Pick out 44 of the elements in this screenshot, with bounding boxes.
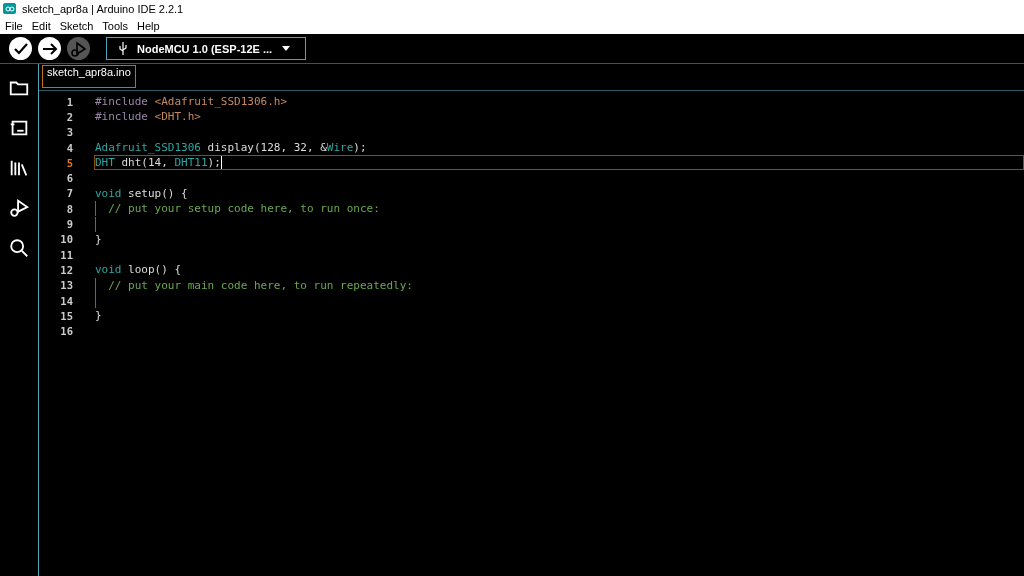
- line-number: 14: [59, 294, 73, 307]
- line-number: 6: [65, 172, 73, 185]
- code-token: DHT: [95, 156, 115, 170]
- code-token: loop() {: [127, 263, 182, 277]
- code-token: display(128, 32, &: [206, 141, 327, 155]
- menu-item[interactable]: Tools: [102, 19, 129, 32]
- line-number: 2: [65, 110, 73, 123]
- code-token: <DHT.h>: [153, 110, 201, 124]
- code-token: Adafruit_SSD1306: [95, 141, 201, 155]
- code-token: );: [207, 156, 221, 170]
- line-number: 9: [65, 218, 73, 230]
- code-token: Wire: [326, 141, 354, 155]
- code-token: DHT11: [174, 156, 208, 170]
- line-number: 8: [65, 202, 73, 215]
- menu-item[interactable]: Help: [137, 19, 160, 32]
- line-number: 15: [59, 309, 73, 322]
- code-token: void: [95, 186, 122, 200]
- code-token: // put your main code here, to run repeatedly:: [107, 278, 413, 292]
- code-token: dht(14,: [120, 156, 169, 170]
- code-token: // put your setup code here, to run once:: [107, 202, 380, 216]
- line-number: 10: [59, 233, 73, 246]
- code-token: setup() {: [127, 186, 188, 200]
- window-title: sketch_apr8a | Arduino IDE 2.2.1: [22, 2, 184, 15]
- code-token: <Adafruit_SSD1306.h>: [153, 95, 288, 109]
- menu-item[interactable]: Sketch: [59, 19, 94, 32]
- line-number: 3: [65, 126, 73, 139]
- line-number: 7: [65, 187, 73, 200]
- code-token: #include: [95, 95, 148, 109]
- line-number: 11: [59, 248, 73, 261]
- code-token: #include: [95, 110, 148, 124]
- code-token: }: [95, 232, 102, 246]
- code-token: }: [95, 309, 102, 323]
- code-token: void: [95, 263, 122, 277]
- line-number: 16: [59, 325, 73, 338]
- board-selector[interactable]: NodeMCU 1.0 (ESP-12E ...: [106, 37, 306, 60]
- line-number: 4: [65, 141, 73, 154]
- line-number: 13: [59, 279, 73, 292]
- line-number: 1: [65, 95, 73, 108]
- line-number: 5: [65, 156, 73, 169]
- code-token: );: [353, 141, 367, 155]
- menu-item[interactable]: File: [5, 19, 23, 32]
- line-number: 12: [59, 263, 73, 276]
- menu-item[interactable]: Edit: [31, 19, 51, 32]
- file-tab[interactable]: sketch_apr8a.ino: [42, 65, 136, 88]
